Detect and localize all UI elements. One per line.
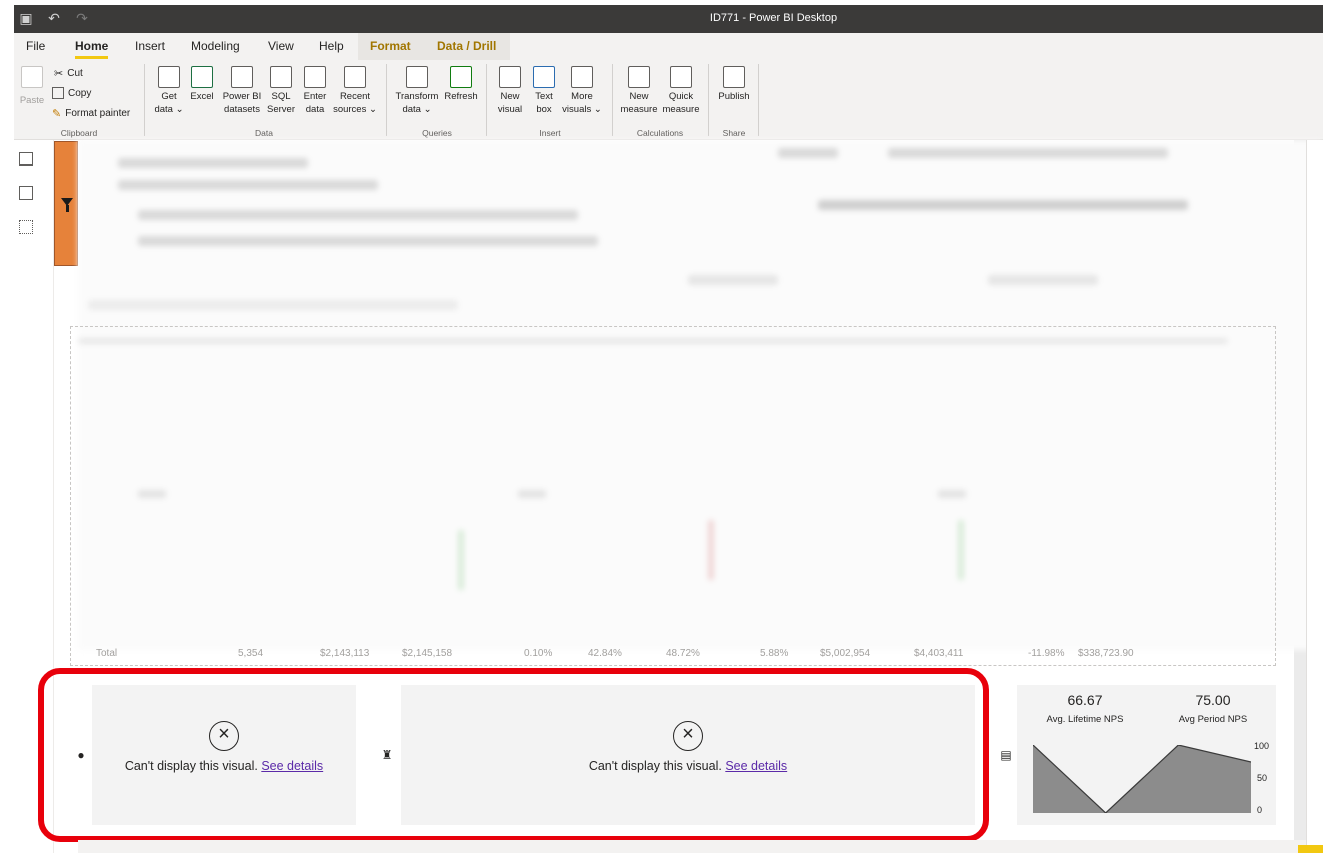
group-separator bbox=[486, 64, 487, 136]
filter-icon bbox=[61, 198, 73, 212]
ribbon: Paste ✂ Cut Copy ✎ Format painter Clipbo… bbox=[14, 60, 1323, 140]
transform-data-button[interactable]: Transform data ⌄ bbox=[394, 66, 440, 116]
powerbi-datasets-button[interactable]: Power BI datasets bbox=[220, 66, 264, 116]
tab-view[interactable]: View bbox=[268, 39, 294, 53]
refresh-icon bbox=[450, 66, 472, 88]
database-icon bbox=[158, 66, 180, 88]
group-separator bbox=[758, 64, 759, 136]
excel-button[interactable]: Excel bbox=[188, 66, 216, 103]
group-separator bbox=[612, 64, 613, 136]
group-label-insert: Insert bbox=[539, 128, 561, 138]
sql-server-button[interactable]: SQL Server bbox=[266, 66, 296, 116]
text-box-icon bbox=[533, 66, 555, 88]
format-painter-button[interactable]: ✎ Format painter bbox=[52, 107, 130, 120]
axis-tick-50: 50 bbox=[1257, 773, 1268, 783]
page-tabs-strip bbox=[78, 840, 1306, 853]
tab-data-drill[interactable]: Data / Drill bbox=[437, 39, 496, 53]
right-pane-edge bbox=[1306, 140, 1323, 853]
axis-tick-100: 100 bbox=[1254, 741, 1270, 751]
matrix-total-row: Total 5,354 $2,143,113 $2,145,158 0.10% … bbox=[96, 648, 1134, 659]
bar-chart-icon bbox=[499, 66, 521, 88]
paste-icon bbox=[21, 66, 43, 88]
paste-button[interactable]: Paste bbox=[18, 66, 46, 107]
quick-measure-button[interactable]: Quick measure bbox=[660, 66, 702, 116]
data-view-icon[interactable] bbox=[19, 186, 33, 200]
publish-button[interactable]: Publish bbox=[716, 66, 752, 103]
kpi-period-nps: 75.00 Avg Period NPS bbox=[1178, 692, 1248, 725]
enter-data-button[interactable]: Enter data bbox=[300, 66, 330, 116]
nps-area-chart bbox=[1033, 745, 1251, 813]
publish-icon bbox=[723, 66, 745, 88]
annotation-highlight bbox=[38, 668, 989, 842]
group-separator bbox=[144, 64, 145, 136]
copy-button[interactable]: Copy bbox=[52, 87, 91, 99]
recent-sources-button[interactable]: Recent sources ⌄ bbox=[332, 66, 378, 116]
refresh-button[interactable]: Refresh bbox=[442, 66, 480, 103]
matrix-visual[interactable] bbox=[70, 326, 1276, 666]
tab-home[interactable]: Home bbox=[75, 39, 109, 59]
paintbrush-icon: ✎ bbox=[52, 108, 62, 120]
clock-doc-icon bbox=[344, 66, 366, 88]
tab-file[interactable]: File bbox=[26, 39, 45, 53]
group-label-data: Data bbox=[255, 128, 273, 138]
text-box-button[interactable]: Text box bbox=[530, 66, 558, 116]
tab-insert[interactable]: Insert bbox=[135, 39, 165, 53]
group-label-calculations: Calculations bbox=[636, 128, 684, 138]
datasets-icon bbox=[231, 66, 253, 88]
get-data-button[interactable]: Get data ⌄ bbox=[152, 66, 186, 116]
scissors-icon: ✂ bbox=[54, 68, 64, 80]
model-view-icon[interactable] bbox=[19, 220, 33, 234]
active-page-indicator bbox=[1298, 845, 1323, 853]
group-separator bbox=[386, 64, 387, 136]
tab-help[interactable]: Help bbox=[319, 39, 344, 53]
new-visual-button[interactable]: New visual bbox=[494, 66, 526, 116]
axis-tick-0: 0 bbox=[1257, 805, 1263, 815]
sql-icon bbox=[270, 66, 292, 88]
tab-format[interactable]: Format bbox=[370, 39, 411, 53]
nps-visual[interactable]: 66.67 Avg. Lifetime NPS 75.00 Avg Period… bbox=[1017, 685, 1276, 825]
calculator-icon bbox=[628, 66, 650, 88]
group-label-share: Share bbox=[722, 128, 746, 138]
tab-modeling[interactable]: Modeling bbox=[191, 39, 240, 53]
window-title: ID771 - Power BI Desktop bbox=[709, 12, 838, 24]
excel-icon bbox=[191, 66, 213, 88]
new-measure-button[interactable]: New measure bbox=[618, 66, 660, 116]
title-bar: ▣ ↶ ↷ ID771 - Power BI Desktop bbox=[14, 5, 1323, 33]
report-view-icon[interactable] bbox=[19, 152, 33, 166]
clipboard-icon: ▤ bbox=[1000, 748, 1012, 762]
group-separator bbox=[708, 64, 709, 136]
more-visuals-button[interactable]: More visuals ⌄ bbox=[562, 66, 602, 116]
group-label-queries: Queries bbox=[422, 128, 452, 138]
table-grid-icon bbox=[304, 66, 326, 88]
quick-calculator-icon bbox=[670, 66, 692, 88]
copy-icon bbox=[52, 87, 64, 99]
more-visuals-icon bbox=[571, 66, 593, 88]
menu-bar: File Home Insert Modeling View Help Form… bbox=[14, 33, 1323, 60]
kpi-lifetime-nps: 66.67 Avg. Lifetime NPS bbox=[1046, 692, 1124, 725]
cut-button[interactable]: ✂ Cut bbox=[54, 67, 83, 80]
filters-pane-toggle[interactable] bbox=[54, 141, 78, 266]
transform-icon bbox=[406, 66, 428, 88]
group-label-clipboard: Clipboard bbox=[60, 128, 98, 138]
